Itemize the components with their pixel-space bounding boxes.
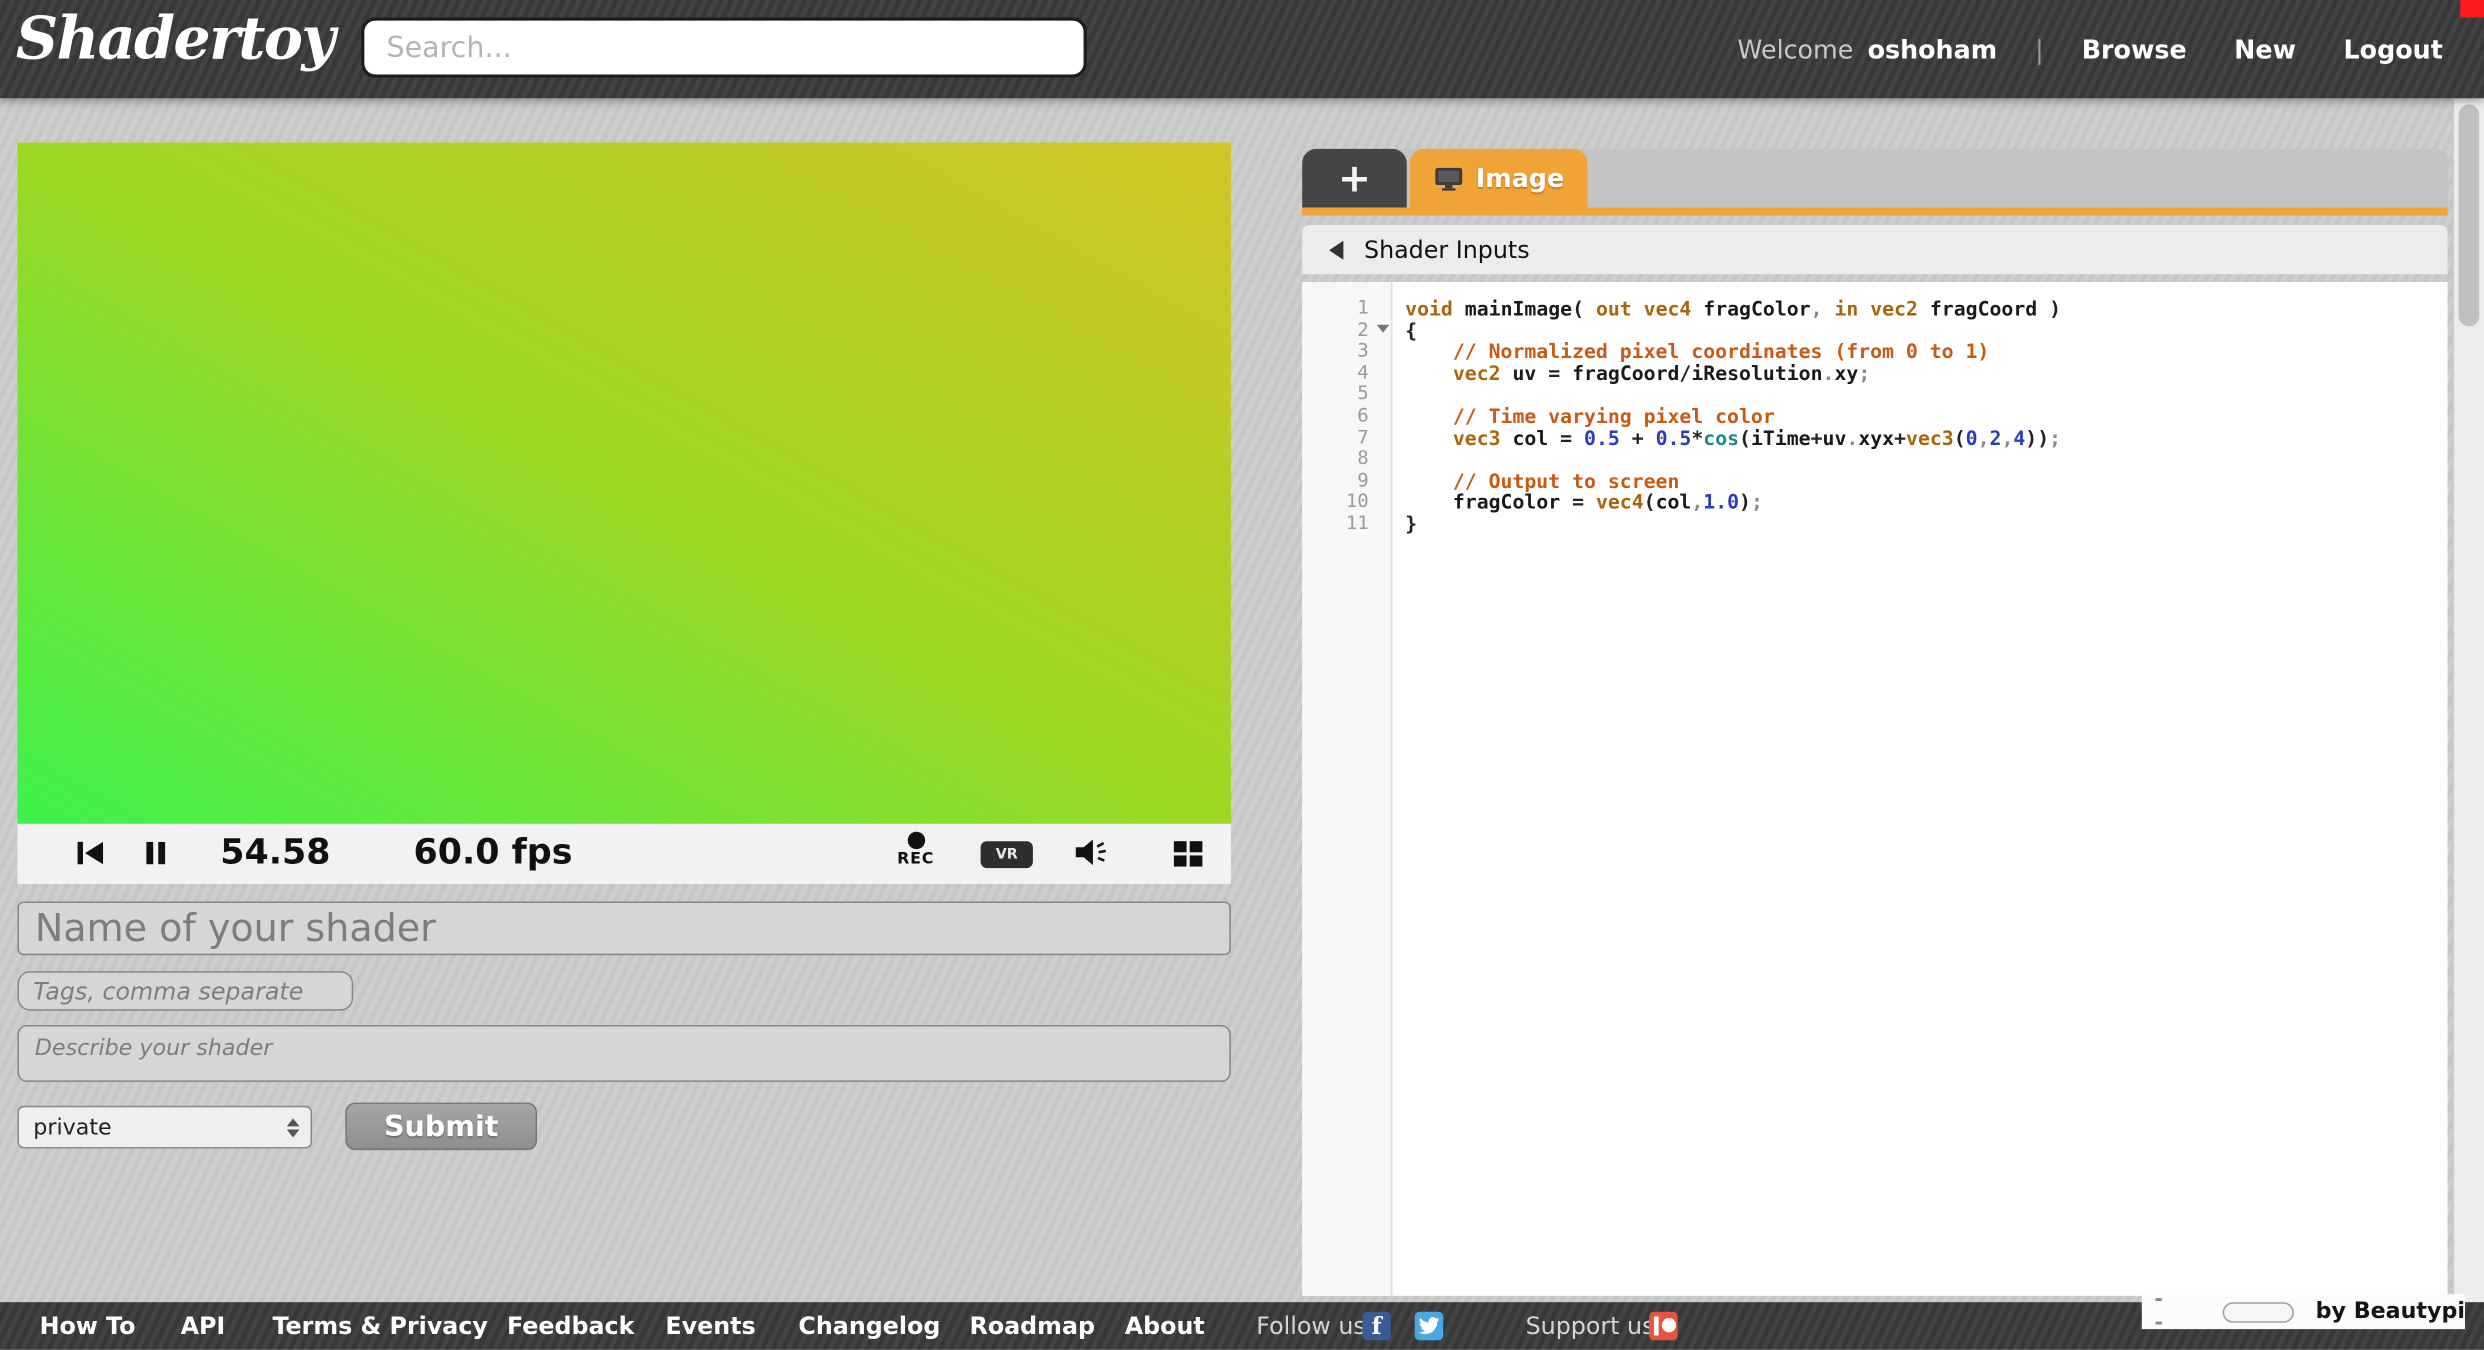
code-line: 1void mainImage( out vec4 fragColor, in … [1302,296,2447,318]
code-line: 3 // Normalized pixel coordinates (from … [1302,339,2447,361]
footer-link-terms[interactable]: Terms & Privacy [272,1302,487,1350]
support-us-label: Support us [1526,1302,1655,1350]
rewind-button[interactable] [74,840,106,867]
rec-dot-icon [907,832,924,849]
footer-link-api[interactable]: API [181,1302,226,1350]
nav-new[interactable]: New [2234,34,2296,64]
vr-button[interactable]: VR [981,841,1033,868]
footer-link-about[interactable]: About [1125,1302,1205,1350]
code-line: 2{ [1302,318,2447,340]
footer: How To API Terms & Privacy Feedback Even… [0,1302,2484,1350]
credit-link[interactable]: by Beautypi [2316,1299,2465,1324]
description-input[interactable] [17,1025,1230,1082]
shader-name-input[interactable] [17,901,1230,955]
fullscreen-button[interactable] [1174,841,1204,868]
pause-button[interactable] [144,840,168,867]
select-arrows-icon [282,1118,311,1137]
code-line: 4 vec2 uv = fragCoord/iResolution.xy; [1302,361,2447,383]
fold-marker-icon[interactable] [1377,324,1390,332]
code-line: 11} [1302,512,2447,534]
player-bar: 54.58 60.0 fps REC VR [17,824,1230,884]
header: Shadertoy Welcome oshoham | Browse New L… [0,0,2484,98]
scrollbar [2452,98,2484,1302]
status-pill [2222,1301,2293,1322]
monitor-icon [1433,166,1463,191]
submit-button[interactable]: Submit [345,1103,537,1151]
char-count: -- [2154,1288,2168,1336]
tab-image[interactable]: Image [1410,149,1587,208]
add-tab-button[interactable]: + [1302,149,1407,208]
facebook-icon[interactable]: f [1362,1312,1391,1341]
shader-canvas[interactable] [17,143,1230,824]
speaker-icon [1072,838,1110,867]
code-line: 9 // Output to screen [1302,469,2447,491]
nav-browse[interactable]: Browse [2082,34,2187,64]
footer-link-changelog[interactable]: Changelog [798,1302,940,1350]
page: Shadertoy Welcome oshoham | Browse New L… [0,0,2484,1350]
image-tab-label: Image [1476,163,1564,193]
plus-icon: + [1338,155,1371,201]
shadertoy-logo[interactable]: Shadertoy [16,3,334,73]
shader-inputs-label: Shader Inputs [1364,235,1530,264]
accent-bar [1302,208,2447,216]
follow-us-label: Follow us [1256,1302,1366,1350]
code-line: 5 [1302,382,2447,404]
user-nav: Welcome oshoham | Browse New Logout [1737,0,2442,98]
code-lines: 1void mainImage( out vec4 fragColor, in … [1302,282,2447,533]
code-line: 10 fragColor = vec4(col,1.0); [1302,490,2447,512]
nav-divider: | [2035,34,2044,64]
search-input[interactable] [361,17,1087,77]
fullscreen-icon [1174,841,1187,852]
username-link[interactable]: oshoham [1868,34,1998,64]
visibility-value: private [19,1114,282,1139]
visibility-select[interactable]: private [17,1106,312,1149]
footer-link-events[interactable]: Events [665,1302,755,1350]
collapse-triangle-icon [1329,240,1343,259]
rec-label: REC [881,851,951,868]
vr-label: VR [996,847,1018,863]
footer-link-how-to[interactable]: How To [40,1302,136,1350]
tags-input[interactable] [17,971,353,1011]
volume-button[interactable] [1072,838,1110,867]
code-line: 7 vec3 col = 0.5 + 0.5*cos(iTime+uv.xyx+… [1302,425,2447,447]
code-line: 8 [1302,447,2447,469]
shader-inputs-header[interactable]: Shader Inputs [1302,225,2447,274]
rewind-icon [74,840,106,867]
twitter-icon[interactable] [1415,1312,1444,1341]
footer-link-feedback[interactable]: Feedback [507,1302,634,1350]
pause-icon [144,840,168,867]
nav-logout[interactable]: Logout [2344,34,2443,64]
footer-link-roadmap[interactable]: Roadmap [970,1302,1095,1350]
code-line: 6 // Time varying pixel color [1302,404,2447,426]
fps-display: 60.0 fps [413,833,572,873]
rec-button[interactable]: REC [881,829,951,869]
time-display: 54.58 [220,833,330,873]
welcome-label: Welcome [1737,34,1853,64]
scrollbar-thumb[interactable] [2459,105,2480,327]
record-indicator [2460,0,2484,17]
patreon-icon[interactable] [1649,1312,1678,1341]
status-bar: -- by Beautypi [2142,1294,2465,1329]
code-editor[interactable]: 1void mainImage( out vec4 fragColor, in … [1302,282,2447,1296]
